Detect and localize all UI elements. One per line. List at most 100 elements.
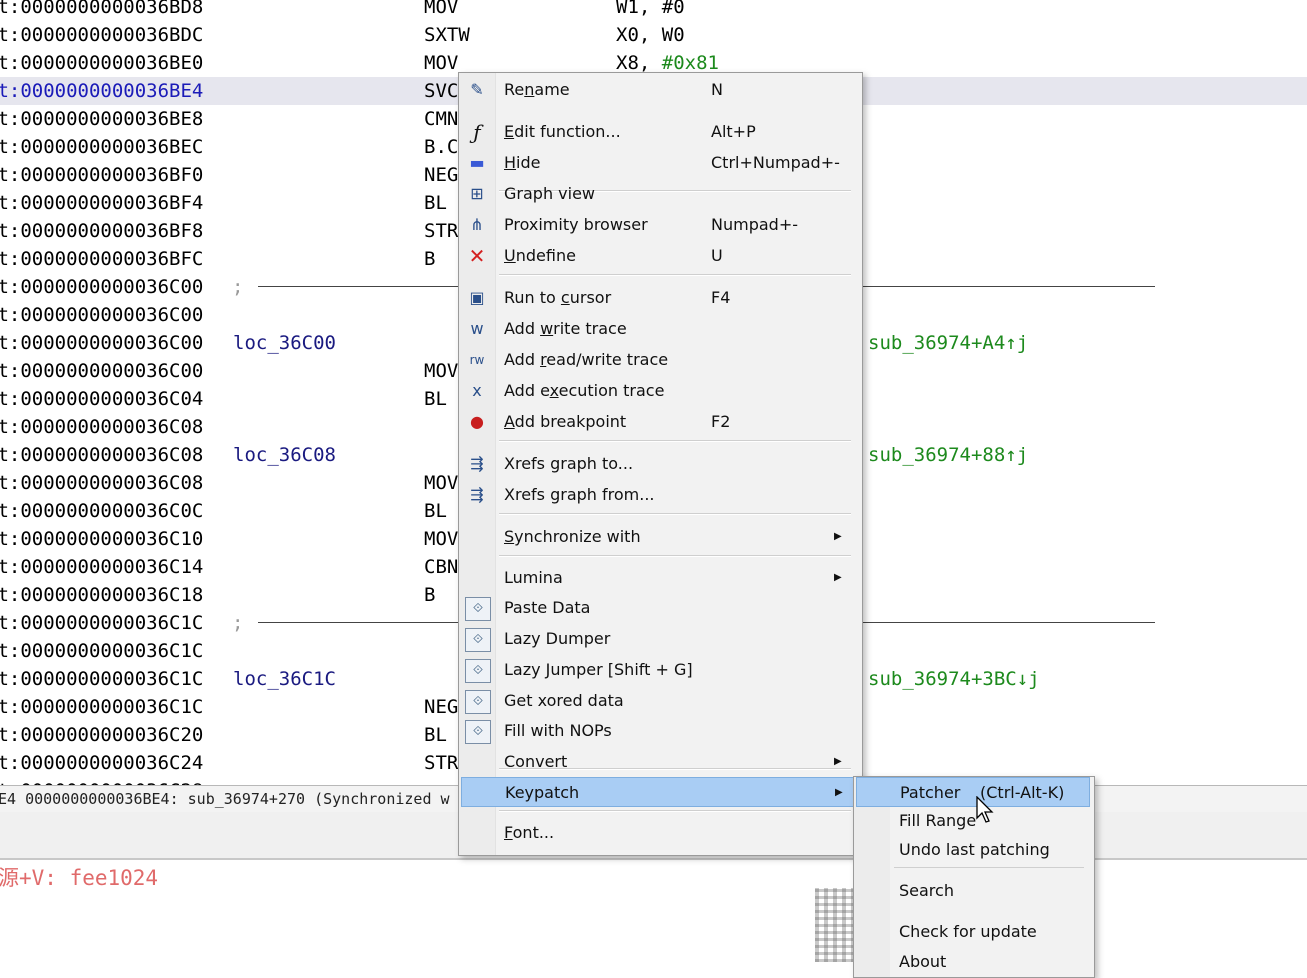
row-mnemonic: B	[424, 584, 436, 606]
menu-item-label: Keypatch	[505, 778, 579, 808]
row-label: loc_36C1C	[233, 668, 336, 690]
menu-item-lazy-dumper[interactable]: ⟐ Lazy Dumper	[461, 624, 858, 654]
readwrite-trace-icon: rw	[469, 353, 485, 367]
menu-item-label: Convert	[504, 747, 567, 777]
menu-item-label: Fill with NOPs	[504, 716, 612, 746]
submenu-item-check-for-update[interactable]: Check for update	[856, 917, 1090, 947]
submenu-item-label: Fill Range	[899, 811, 977, 830]
menu-item-add-breakpoint[interactable]: ● Add breakpoint F2	[461, 407, 858, 437]
menu-item-label: Hide	[504, 148, 540, 178]
row-mnemonic: BL	[424, 192, 447, 214]
row-comment-marker: ;	[232, 276, 244, 298]
menu-item-convert[interactable]: Convert ▶	[461, 747, 858, 777]
menu-item-label-part: Add	[504, 350, 541, 369]
xrefs-from-icon: ⇶	[470, 485, 484, 504]
menu-item-label: Lumina	[504, 563, 563, 593]
row-mnemonic: SVC	[424, 80, 459, 102]
plugin-icon: ⟐	[465, 690, 491, 714]
row-operands: X0, W0	[616, 21, 685, 49]
write-trace-icon: w	[470, 319, 484, 338]
submenu-item-search[interactable]: Search	[856, 876, 1090, 906]
menu-item-label-part: ide	[516, 153, 541, 172]
menu-item-label-part: dit function...	[514, 122, 621, 141]
menu-item-undefine[interactable]: ✕ Undefine U	[461, 241, 858, 271]
submenu-item-fill-range[interactable]: Fill Range	[856, 806, 1090, 836]
menu-item-run-to-cursor[interactable]: ▣ Run to cursor F4	[461, 283, 858, 313]
row-label: loc_36C00	[233, 332, 336, 354]
menu-item-shortcut: F4	[711, 288, 731, 307]
menu-item-xrefs-graph-from[interactable]: ⇶ Xrefs graph from...	[461, 480, 858, 510]
menu-item-label-part: ynchronize with	[514, 527, 641, 546]
row-address: xt:0000000000036BE8	[0, 108, 204, 130]
submenu-separator	[894, 867, 1084, 868]
submenu-item-label: Patcher	[900, 783, 961, 802]
row-address: xt:0000000000036BFC	[0, 248, 204, 270]
menu-item-graph-view[interactable]: ⊞ Graph view	[461, 179, 858, 209]
row-address: xt:0000000000036C1C	[0, 612, 204, 634]
menu-item-label-part: Keypatch	[505, 783, 580, 802]
plugin-icon: ⟐	[465, 659, 491, 683]
row-address: xt:0000000000036C20	[0, 724, 204, 746]
row-address: xt:0000000000036BF0	[0, 164, 204, 186]
menu-item-add-read-write-trace[interactable]: rw Add read/write trace	[461, 345, 858, 375]
menu-item-mnemonic-letter: c	[560, 288, 570, 307]
menu-item-hide[interactable]: ▬ Hide Ctrl+Numpad+-	[461, 148, 858, 178]
menu-item-label: Run to cursor	[504, 283, 611, 313]
menu-item-label-part: ead/write trace	[546, 350, 669, 369]
menu-item-edit-function[interactable]: ƒ Edit function... Alt+P	[461, 117, 858, 147]
submenu-item-undo-last-patching[interactable]: Undo last patching	[856, 835, 1090, 865]
row-mnemonic: NEG	[424, 164, 459, 186]
listing-row[interactable]: xt:0000000000036BDC SXTW X0, W0	[0, 21, 1307, 49]
row-label: loc_36C08	[233, 444, 336, 466]
menu-item-lazy-jumper-shift-g[interactable]: ⟐ Lazy Jumper [Shift + G]	[461, 655, 858, 685]
menu-item-label-part: Lumina	[504, 568, 563, 587]
submenu-item-label: Check for update	[899, 922, 1037, 941]
row-address: xt:0000000000036BEC	[0, 136, 204, 158]
row-xref: sub_36974+3BC↓j	[868, 668, 1040, 690]
menu-separator	[499, 810, 851, 812]
menu-item-add-write-trace[interactable]: w Add write trace	[461, 314, 858, 344]
row-xref: sub_36974+88↑j	[868, 444, 1029, 466]
menu-item-add-execution-trace[interactable]: x Add execution trace	[461, 376, 858, 406]
menu-item-label-part: Proximity browser	[504, 215, 648, 234]
menu-item-rename[interactable]: ✎ Rename N	[461, 75, 858, 105]
proximity-icon: ⋔	[470, 215, 484, 234]
submenu-item-about[interactable]: About	[856, 947, 1090, 977]
row-immediate: #0x81	[661, 52, 719, 74]
menu-item-label: Font...	[504, 818, 554, 848]
submenu-item-label: About	[899, 952, 947, 971]
menu-item-label-part: ndefine	[515, 246, 576, 265]
row-address: xt:0000000000036C00	[0, 332, 204, 354]
menu-item-label: Proximity browser	[504, 210, 648, 240]
row-mnemonic: B.C	[424, 136, 459, 158]
row-mnemonic: BL	[424, 388, 447, 410]
menu-item-synchronize-with[interactable]: Synchronize with ▶	[461, 522, 858, 552]
output-window[interactable]: 源+V: fee1024	[0, 860, 1307, 962]
menu-item-lumina[interactable]: Lumina ▶	[461, 563, 858, 593]
submenu-item-patcher[interactable]: Patcher (Ctrl-Alt-K)	[856, 777, 1090, 807]
menu-separator	[499, 513, 851, 515]
menu-item-proximity-browser[interactable]: ⋔ Proximity browser Numpad+-	[461, 210, 858, 240]
menu-item-label-part: Lazy Dumper	[504, 629, 611, 648]
row-address: xt:0000000000036C10	[0, 528, 204, 550]
menu-item-paste-data[interactable]: ⟐ Paste Data	[461, 593, 858, 623]
menu-item-mnemonic-letter: U	[504, 246, 516, 265]
row-address: xt:0000000000036C00	[0, 304, 204, 326]
row-address: xt:0000000000036C00	[0, 360, 204, 382]
menu-item-xrefs-graph-to[interactable]: ⇶ Xrefs graph to...	[461, 449, 858, 479]
menu-separator	[499, 555, 851, 557]
row-address: xt:0000000000036C28	[0, 777, 203, 785]
menu-item-label-part: Lazy Jumper [Shift + G]	[504, 660, 693, 679]
row-mnemonic: MOV	[424, 472, 459, 494]
menu-item-label-part: Convert	[504, 752, 568, 771]
menu-item-keypatch[interactable]: Keypatch ▶	[461, 777, 858, 807]
menu-item-label: Undefine	[504, 241, 576, 271]
menu-item-label: Xrefs graph from...	[504, 480, 655, 510]
status-text: E4 0000000000036BE4: sub_36974+270 (Sync…	[0, 790, 450, 808]
menu-item-get-xored-data[interactable]: ⟐ Get xored data	[461, 686, 858, 716]
listing-row[interactable]: xt:0000000000036BD8 MOV W1, #0	[0, 0, 1307, 21]
menu-item-font[interactable]: Font...	[461, 818, 858, 848]
row-mnemonic: B	[424, 248, 436, 270]
menu-item-fill-with-nops[interactable]: ⟐ Fill with NOPs	[461, 716, 858, 746]
row-mnemonic: MOV	[424, 0, 459, 18]
